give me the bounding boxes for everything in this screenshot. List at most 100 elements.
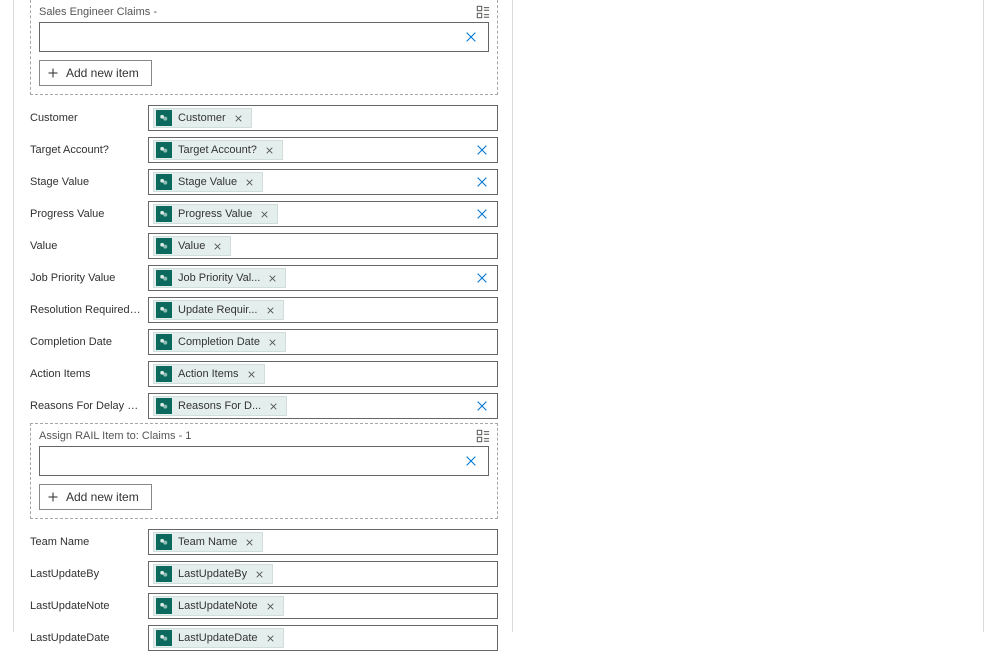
field-label: LastUpdateBy bbox=[30, 568, 148, 580]
dynamic-content-pill[interactable]: LastUpdateDate bbox=[153, 628, 284, 648]
sharepoint-icon bbox=[156, 270, 172, 286]
array-panel-label: Sales Engineer Claims - bbox=[39, 6, 459, 18]
field-label: Value bbox=[30, 240, 148, 252]
sharepoint-icon bbox=[156, 534, 172, 550]
sharepoint-icon bbox=[156, 142, 172, 158]
dynamic-content-pill[interactable]: Value bbox=[153, 236, 231, 256]
field-row: CustomerCustomer bbox=[30, 105, 498, 131]
array-item-input[interactable] bbox=[39, 446, 489, 476]
remove-pill-icon[interactable] bbox=[245, 370, 258, 379]
dynamic-content-pill[interactable]: Customer bbox=[153, 108, 252, 128]
remove-pill-icon[interactable] bbox=[258, 210, 271, 219]
field-row: Target Account? Target Account? bbox=[30, 137, 498, 163]
action-card-body: Sales Engineer Claims - Add new item Cus… bbox=[14, 0, 512, 651]
field-row: LastUpdateDate LastUpdateDate bbox=[30, 625, 498, 651]
clear-field-icon[interactable] bbox=[473, 205, 491, 223]
pill-text: Team Name bbox=[178, 536, 237, 548]
field-input[interactable]: Job Priority Val... bbox=[148, 265, 498, 291]
pill-text: Progress Value bbox=[178, 208, 252, 220]
field-input[interactable]: Update Requir... bbox=[148, 297, 498, 323]
field-row: Progress Value Progress Value bbox=[30, 201, 498, 227]
dynamic-content-pill[interactable]: Completion Date bbox=[153, 332, 286, 352]
remove-pill-icon[interactable] bbox=[266, 274, 279, 283]
dynamic-content-pill[interactable]: LastUpdateNote bbox=[153, 596, 284, 616]
clear-field-icon[interactable] bbox=[473, 269, 491, 287]
field-label: Completion Date bbox=[30, 336, 148, 348]
remove-pill-icon[interactable] bbox=[264, 602, 277, 611]
add-new-item-button[interactable]: Add new item bbox=[39, 484, 152, 510]
switch-to-text-mode-icon[interactable] bbox=[475, 428, 491, 444]
remove-pill-icon[interactable] bbox=[211, 242, 224, 251]
sharepoint-icon bbox=[156, 206, 172, 222]
dynamic-content-pill[interactable]: Progress Value bbox=[153, 204, 278, 224]
dynamic-content-pill[interactable]: Action Items bbox=[153, 364, 265, 384]
pill-text: Job Priority Val... bbox=[178, 272, 260, 284]
sharepoint-icon bbox=[156, 334, 172, 350]
clear-field-icon[interactable] bbox=[473, 397, 491, 415]
switch-to-text-mode-icon[interactable] bbox=[475, 4, 491, 20]
plus-icon bbox=[46, 490, 60, 504]
remove-pill-icon[interactable] bbox=[263, 146, 276, 155]
field-input[interactable]: Completion Date bbox=[148, 329, 498, 355]
remove-pill-icon[interactable] bbox=[253, 570, 266, 579]
dynamic-content-pill[interactable]: Update Requir... bbox=[153, 300, 284, 320]
field-row: LastUpdateNote LastUpdateNote bbox=[30, 593, 498, 619]
pill-text: Value bbox=[178, 240, 205, 252]
field-input[interactable]: LastUpdateDate bbox=[148, 625, 498, 651]
card-right-border bbox=[512, 0, 513, 632]
page-right-border bbox=[983, 0, 984, 632]
dynamic-content-pill[interactable]: Job Priority Val... bbox=[153, 268, 286, 288]
field-row: Resolution Required ByUpdate Requir... bbox=[30, 297, 498, 323]
dynamic-content-pill[interactable]: Team Name bbox=[153, 532, 263, 552]
clear-field-icon[interactable] bbox=[473, 173, 491, 191]
sharepoint-icon bbox=[156, 302, 172, 318]
sharepoint-icon bbox=[156, 630, 172, 646]
sharepoint-icon bbox=[156, 398, 172, 414]
sharepoint-icon bbox=[156, 598, 172, 614]
array-panel-assign-rail-item: Assign RAIL Item to: Claims - 1 Add new … bbox=[30, 423, 498, 519]
field-label: Progress Value bbox=[30, 208, 148, 220]
field-input[interactable]: Action Items bbox=[148, 361, 498, 387]
field-input[interactable]: Customer bbox=[148, 105, 498, 131]
remove-pill-icon[interactable] bbox=[243, 178, 256, 187]
array-item-input[interactable] bbox=[39, 22, 489, 52]
field-input[interactable]: Value bbox=[148, 233, 498, 259]
dynamic-content-pill[interactable]: Reasons For D... bbox=[153, 396, 287, 416]
clear-field-icon[interactable] bbox=[473, 141, 491, 159]
field-input[interactable]: Progress Value bbox=[148, 201, 498, 227]
remove-pill-icon[interactable] bbox=[243, 538, 256, 547]
remove-pill-icon[interactable] bbox=[232, 114, 245, 123]
field-label: LastUpdateNote bbox=[30, 600, 148, 612]
pill-text: Reasons For D... bbox=[178, 400, 261, 412]
clear-item-icon[interactable] bbox=[462, 452, 480, 470]
remove-pill-icon[interactable] bbox=[264, 634, 277, 643]
remove-pill-icon[interactable] bbox=[267, 402, 280, 411]
sharepoint-icon bbox=[156, 366, 172, 382]
add-new-item-label: Add new item bbox=[66, 66, 139, 80]
field-label: Reasons For Delay Value bbox=[30, 400, 148, 412]
sharepoint-icon bbox=[156, 174, 172, 190]
field-row: Value Value bbox=[30, 233, 498, 259]
sharepoint-icon bbox=[156, 566, 172, 582]
pill-text: Stage Value bbox=[178, 176, 237, 188]
field-label: Action Items bbox=[30, 368, 148, 380]
remove-pill-icon[interactable] bbox=[264, 306, 277, 315]
field-input[interactable]: Target Account? bbox=[148, 137, 498, 163]
field-label: LastUpdateDate bbox=[30, 632, 148, 644]
pill-text: LastUpdateNote bbox=[178, 600, 258, 612]
dynamic-content-pill[interactable]: Target Account? bbox=[153, 140, 283, 160]
clear-item-icon[interactable] bbox=[462, 28, 480, 46]
remove-pill-icon[interactable] bbox=[266, 338, 279, 347]
field-input[interactable]: LastUpdateBy bbox=[148, 561, 498, 587]
dynamic-content-pill[interactable]: Stage Value bbox=[153, 172, 263, 192]
field-input[interactable]: Reasons For D... bbox=[148, 393, 498, 419]
add-new-item-button[interactable]: Add new item bbox=[39, 60, 152, 86]
pill-text: LastUpdateDate bbox=[178, 632, 258, 644]
plus-icon bbox=[46, 66, 60, 80]
field-label: Target Account? bbox=[30, 144, 148, 156]
dynamic-content-pill[interactable]: LastUpdateBy bbox=[153, 564, 273, 584]
field-input[interactable]: Stage Value bbox=[148, 169, 498, 195]
pill-text: Action Items bbox=[178, 368, 239, 380]
field-input[interactable]: LastUpdateNote bbox=[148, 593, 498, 619]
field-input[interactable]: Team Name bbox=[148, 529, 498, 555]
